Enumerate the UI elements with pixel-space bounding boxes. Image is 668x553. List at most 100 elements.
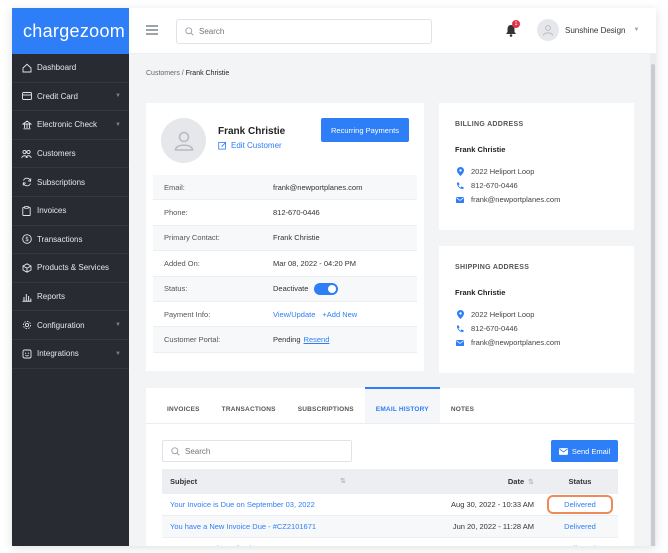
email-link[interactable]: frank@newportplanes.com bbox=[273, 183, 362, 192]
tab-email-history[interactable]: EMAIL HISTORY bbox=[364, 387, 440, 423]
email-search[interactable] bbox=[162, 440, 352, 462]
email-subject-link[interactable]: You have a New Invoice Due - #CZ2101671 bbox=[162, 522, 352, 531]
status-value: Deactivate bbox=[273, 282, 339, 295]
svg-text:$: $ bbox=[25, 237, 29, 244]
recurring-payments-button[interactable]: Recurring Payments bbox=[321, 118, 409, 142]
home-icon bbox=[21, 62, 32, 73]
notifications-button[interactable]: 1 bbox=[505, 20, 520, 37]
info-label: Phone: bbox=[164, 208, 188, 218]
column-date-label: Date bbox=[507, 477, 525, 486]
search-icon bbox=[171, 446, 180, 456]
column-subject-label: Subject bbox=[170, 477, 198, 486]
billing-email-line: frank@newportplanes.com bbox=[455, 195, 560, 204]
sidebar-item-label: Dashboard bbox=[37, 63, 77, 73]
scrollbar-thumb[interactable] bbox=[651, 64, 655, 546]
shipping-address-card: SHIPPING ADDRESS Frank Christie 2022 Hel… bbox=[439, 246, 634, 373]
dollar-circle-icon: $ bbox=[21, 234, 32, 245]
credit-card-icon bbox=[21, 91, 32, 102]
info-row-phone: Phone: 812-670-0446 bbox=[153, 200, 417, 226]
send-email-label: Send Email bbox=[571, 446, 611, 456]
tab-transactions[interactable]: TRANSACTIONS bbox=[211, 387, 287, 423]
puzzle-icon bbox=[21, 348, 32, 359]
email-search-input[interactable] bbox=[185, 446, 345, 456]
column-date[interactable]: Date ⇅ bbox=[352, 477, 542, 486]
sidebar-item-integrations[interactable]: Integrations ▼ bbox=[12, 340, 129, 369]
global-search[interactable] bbox=[176, 19, 432, 44]
sidebar-item-label: Electronic Check bbox=[37, 120, 98, 130]
tab-subscriptions[interactable]: SUBSCRIPTIONS bbox=[287, 387, 365, 423]
user-menu[interactable]: Sunshine Design ▼ bbox=[537, 19, 639, 41]
info-row-email: Email: frank@newportplanes.com bbox=[153, 175, 417, 201]
column-subject[interactable]: Subject ⇅ bbox=[162, 477, 352, 486]
bank-icon bbox=[21, 119, 32, 130]
cube-icon bbox=[21, 262, 32, 273]
sidebar-item-label: Reports bbox=[37, 292, 66, 302]
contact-value: Frank Christie bbox=[273, 233, 320, 243]
map-pin-icon bbox=[455, 310, 465, 319]
info-label: Added On: bbox=[164, 258, 200, 268]
shipping-name: Frank Christie bbox=[455, 288, 506, 297]
add-new-link[interactable]: +Add New bbox=[322, 310, 357, 319]
email-status[interactable]: Delivered bbox=[552, 544, 608, 546]
send-email-button[interactable]: Send Email bbox=[551, 440, 618, 462]
mail-icon bbox=[558, 447, 568, 455]
customer-avatar bbox=[161, 118, 206, 163]
table-header: Subject ⇅ Date ⇅ Status bbox=[162, 469, 618, 494]
sidebar-item-reports[interactable]: Reports bbox=[12, 283, 129, 312]
sidebar-item-label: Transactions bbox=[37, 234, 83, 244]
email-status-cell: Delivered bbox=[542, 522, 618, 531]
email-status[interactable]: Delivered bbox=[547, 495, 613, 514]
sidebar-item-credit-card[interactable]: Credit Card ▼ bbox=[12, 83, 129, 112]
sidebar-item-subscriptions[interactable]: Subscriptions bbox=[12, 168, 129, 197]
sidebar: chargezoom Dashboard Credit Card ▼ Electron… bbox=[12, 8, 129, 546]
chevron-down-icon: ▼ bbox=[633, 27, 640, 33]
sidebar-item-label: Configuration bbox=[37, 320, 85, 330]
table-row: We Processed a Refund to your PaymentMay… bbox=[162, 538, 618, 546]
info-row-contact: Primary Contact: Frank Christie bbox=[153, 225, 417, 252]
view-update-link[interactable]: View/Update bbox=[273, 310, 315, 319]
info-label: Payment Info: bbox=[164, 309, 211, 319]
edit-customer-link[interactable]: Edit Customer bbox=[218, 141, 282, 150]
sidebar-item-transactions[interactable]: $ Transactions bbox=[12, 226, 129, 255]
sort-icon: ⇅ bbox=[528, 479, 534, 486]
billing-address-card: BILLING ADDRESS Frank Christie 2022 Heli… bbox=[439, 103, 634, 230]
chevron-down-icon: ▼ bbox=[115, 322, 121, 329]
map-pin-icon bbox=[455, 167, 465, 176]
billing-email: frank@newportplanes.com bbox=[471, 195, 561, 204]
tab-invoices[interactable]: INVOICES bbox=[156, 387, 211, 423]
info-label: Primary Contact: bbox=[164, 233, 220, 243]
resend-link[interactable]: Resend bbox=[304, 335, 330, 344]
sidebar-item-customers[interactable]: Customers bbox=[12, 140, 129, 169]
tab-notes[interactable]: NOTES bbox=[440, 387, 485, 423]
billing-phone-line: 812-670-0446 bbox=[455, 181, 518, 190]
sort-icon: ⇅ bbox=[340, 478, 346, 485]
phone-icon bbox=[455, 182, 465, 190]
status-toggle[interactable] bbox=[314, 282, 339, 295]
scrollbar[interactable] bbox=[650, 54, 656, 546]
menu-icon[interactable] bbox=[146, 25, 158, 35]
brand-logo[interactable]: chargezoom bbox=[12, 8, 129, 54]
sidebar-item-dashboard[interactable]: Dashboard bbox=[12, 54, 129, 83]
edit-icon bbox=[218, 141, 227, 150]
mail-icon bbox=[455, 196, 465, 203]
chevron-down-icon: ▼ bbox=[115, 93, 121, 100]
info-row-portal: Customer Portal: Pending Resend bbox=[153, 327, 417, 353]
sidebar-item-invoices[interactable]: Invoices bbox=[12, 197, 129, 226]
sidebar-item-configuration[interactable]: Configuration ▼ bbox=[12, 311, 129, 340]
breadcrumb-customers[interactable]: Customers bbox=[146, 70, 180, 77]
email-date: May 31, 2022 - 11:06 AM bbox=[352, 544, 542, 546]
email-subject-link[interactable]: We Processed a Refund to your Payment bbox=[162, 544, 352, 546]
breadcrumb: Customers / Frank Christie bbox=[146, 70, 229, 77]
sidebar-item-label: Integrations bbox=[37, 349, 79, 359]
sidebar-item-electronic-check[interactable]: Electronic Check ▼ bbox=[12, 111, 129, 140]
email-status[interactable]: Delivered bbox=[552, 522, 608, 531]
notification-badge: 1 bbox=[512, 20, 520, 28]
billing-title: BILLING ADDRESS bbox=[455, 121, 524, 128]
sidebar-item-products-services[interactable]: Products & Services bbox=[12, 254, 129, 283]
global-search-input[interactable] bbox=[199, 27, 409, 36]
users-icon bbox=[21, 148, 32, 159]
sidebar-item-label: Invoices bbox=[37, 206, 67, 216]
email-subject-link[interactable]: Your Invoice is Due on September 03, 202… bbox=[162, 500, 352, 509]
customer-name: Frank Christie bbox=[218, 126, 286, 137]
billing-name: Frank Christie bbox=[455, 145, 506, 154]
